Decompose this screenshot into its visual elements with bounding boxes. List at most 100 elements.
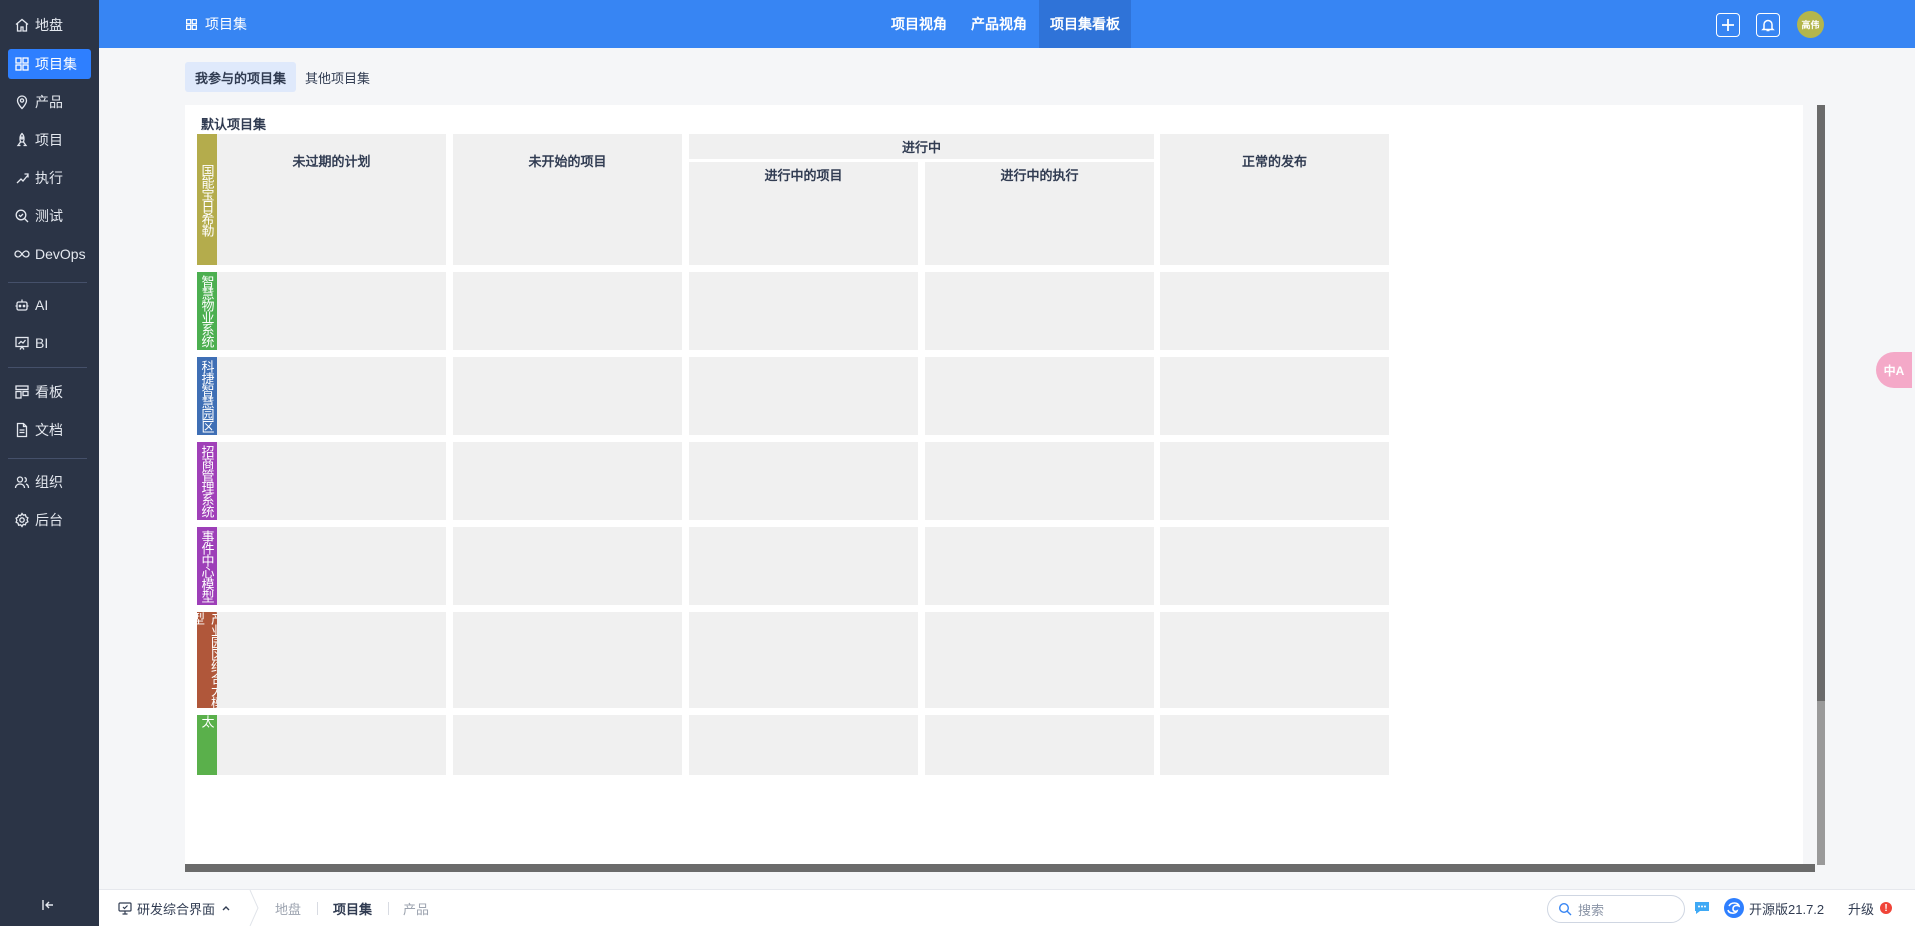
lane-label: 产业园区结合大模型 [197,612,217,708]
board-cell [689,357,918,435]
breadcrumb-product[interactable]: 产品 [403,890,429,926]
board-cell [453,715,682,775]
sidebar-item-project[interactable]: 项目 [8,125,91,155]
board-cell [453,612,682,708]
board-cell [453,186,682,265]
board-cell [453,442,682,520]
board-cell [925,442,1154,520]
sidebar-item-label: 项目集 [35,56,77,72]
board-cell [689,272,918,350]
grid-icon [186,18,197,30]
board-cell [689,442,918,520]
sidebar-item-label: 地盘 [35,17,63,33]
horizontal-scrollbar[interactable] [185,864,1815,872]
board-cell [1160,357,1389,435]
workspace-label: 研发综合界面 [137,901,216,917]
chevron-up-icon [222,906,230,911]
board-cell [217,272,446,350]
lane-label: 太 [197,715,217,775]
tab-project-view[interactable]: 项目视角 [879,0,959,48]
sidebar-item-dashboard[interactable]: 地盘 [8,10,91,40]
sidebar-divider [8,458,87,459]
search-placeholder: 搜索 [1578,902,1605,918]
sidebar-item-test[interactable]: 测试 [8,201,91,231]
sidebar: 地盘 项目集 产品 项目 执行 测试 DevOps AI BI 看板 文档 组织… [0,0,99,926]
sidebar-item-devops[interactable]: DevOps [8,239,91,269]
home-icon [15,18,29,32]
sidebar-item-admin[interactable]: 后台 [8,505,91,535]
sidebar-item-label: 项目 [35,132,63,148]
run-icon [16,173,29,184]
column-header-normal-releases: 正常的发布 [1160,134,1389,186]
lane-label: 科捷智慧园区 [197,357,217,435]
test-search-icon [15,209,29,223]
sidebar-item-doc[interactable]: 文档 [8,415,91,445]
translate-float-button[interactable]: 中A [1876,352,1912,388]
upgrade-button[interactable]: 升级 ! [1848,890,1893,926]
document-icon [16,422,28,438]
notification-button[interactable] [1756,13,1780,37]
settings-gear-icon [15,512,29,528]
create-button[interactable] [1716,13,1740,37]
upgrade-alert-badge: ! [1880,902,1893,914]
sidebar-item-label: AI [35,297,49,313]
tab-label: 产品视角 [971,16,1027,32]
top-header: 项目集 项目视角 产品视角 项目集看板 高伟 [99,0,1915,48]
tab-program-kanban[interactable]: 项目集看板 [1039,0,1131,48]
chart-board-icon [15,336,29,350]
board-cell [925,357,1154,435]
workspace-switcher[interactable]: 研发综合界面 [118,890,231,926]
chat-bubble-icon [1695,902,1709,914]
tab-my-programs[interactable]: 我参与的项目集 [185,62,297,92]
search-input[interactable]: 搜索 [1547,895,1685,923]
version-info[interactable]: 开源版21.7.2 [1723,890,1824,926]
breadcrumb-program[interactable]: 项目集 [333,890,372,926]
sidebar-item-label: 产品 [35,94,63,110]
sidebar-item-product[interactable]: 产品 [8,87,91,117]
board-cell [217,612,446,708]
sidebar-item-label: 文档 [35,422,63,438]
board-cell [1160,272,1389,350]
board-cell [217,715,446,775]
tab-product-view[interactable]: 产品视角 [959,0,1039,48]
sidebar-divider [8,282,87,283]
sidebar-item-execution[interactable]: 执行 [8,163,91,193]
sidebar-item-ai[interactable]: AI [8,290,91,320]
kanban-board: 默认项目集 未过期的计划 未开始的项目 进行中 进行中的项目 进行中的执行 正常… [185,105,1803,865]
board-cell [217,442,446,520]
sidebar-item-kanban[interactable]: 看板 [8,377,91,407]
board-cell [1160,186,1389,265]
zentao-logo-icon [1724,898,1744,918]
board-cell [689,186,918,265]
infinity-icon [14,250,30,258]
sidebar-item-label: 看板 [35,384,63,400]
sidebar-item-organization[interactable]: 组织 [8,467,91,497]
board-cell [453,357,682,435]
tab-label: 项目集看板 [1050,16,1120,32]
collapse-sidebar-icon[interactable] [40,897,56,913]
page-title: 项目集 [185,0,247,48]
sidebar-item-bi[interactable]: BI [8,328,91,358]
board-cell [1160,442,1389,520]
tab-other-programs[interactable]: 其他项目集 [295,62,380,92]
vertical-scrollbar[interactable] [1817,105,1825,865]
lane-label: 招商管理系统 [197,442,217,520]
sidebar-item-label: 后台 [35,512,63,528]
board-cell [925,186,1154,265]
board-cell [689,527,918,605]
grid-icon [15,57,29,71]
lane-label: 国能宝日希勒 [197,134,217,265]
chat-button[interactable] [1693,890,1711,926]
board-cell [925,612,1154,708]
column-header-in-progress-executions: 进行中的执行 [925,162,1154,186]
breadcrumb-dashboard[interactable]: 地盘 [275,890,301,926]
scrollbar-thumb[interactable] [1817,105,1825,701]
avatar[interactable]: 高伟 [1797,11,1824,38]
sidebar-item-program[interactable]: 项目集 [8,49,91,79]
board-cell [453,527,682,605]
monitor-icon [118,902,132,915]
location-pin-icon [16,95,28,110]
board-cell [689,715,918,775]
plus-icon [1722,19,1734,31]
board-cell [689,612,918,708]
